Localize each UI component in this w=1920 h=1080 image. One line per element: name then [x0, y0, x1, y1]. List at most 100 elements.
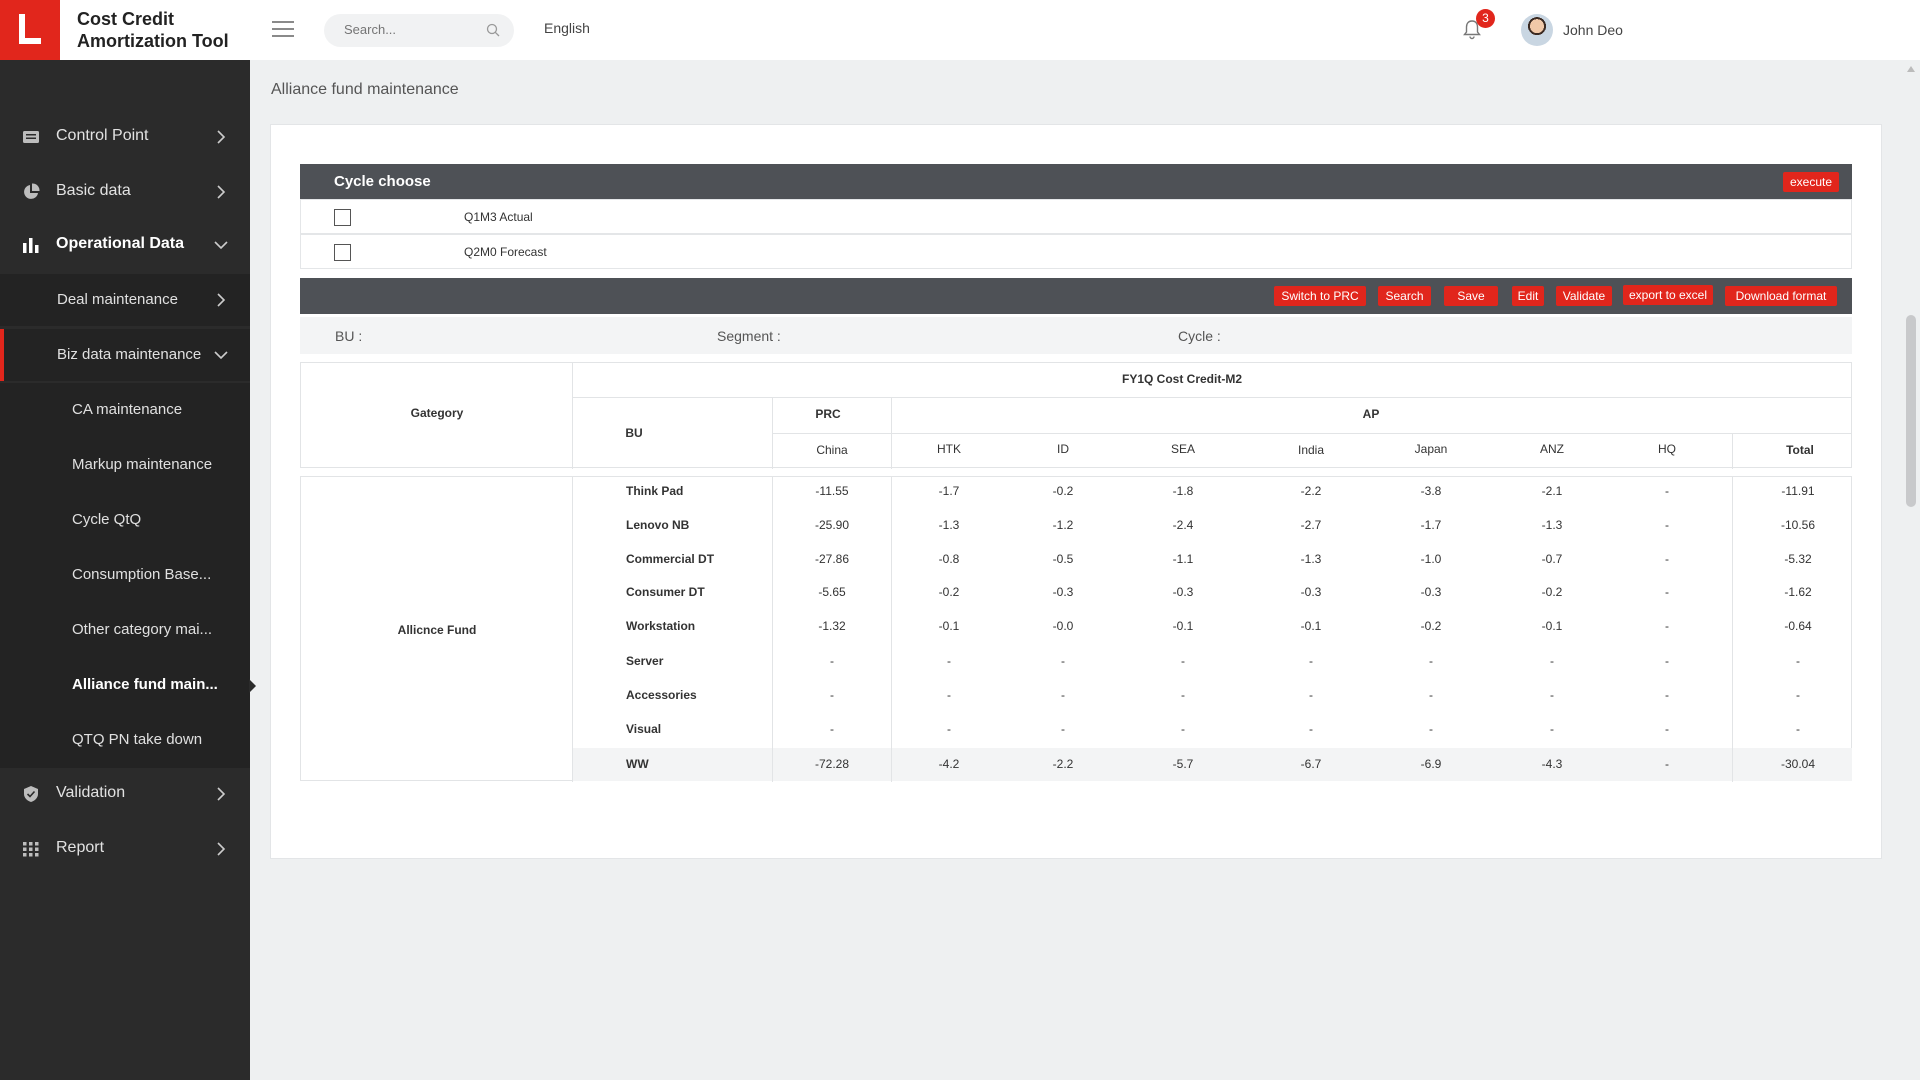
sidebar-item-report[interactable]: Report [0, 823, 250, 875]
table-cell[interactable]: - [1429, 722, 1433, 736]
sidebar-item-operational-data[interactable]: Operational Data [0, 219, 250, 271]
cycle-checkbox[interactable] [334, 244, 351, 261]
table-cell[interactable]: -2.1 [1542, 484, 1563, 498]
table-cell[interactable]: - [1665, 552, 1669, 566]
table-cell[interactable]: -2.2 [1301, 484, 1322, 498]
table-cell[interactable]: -5.65 [818, 585, 845, 599]
sidebar-item-qtq-pn-take-down[interactable]: QTQ PN take down [0, 713, 250, 768]
table-cell[interactable]: -1.32 [818, 619, 845, 633]
sidebar-item-validation[interactable]: Validation [0, 768, 250, 820]
table-cell[interactable]: -10.56 [1781, 518, 1815, 532]
sidebar-item-biz-data-maintenance[interactable]: Biz data maintenance [0, 329, 250, 381]
table-cell[interactable]: -1.8 [1173, 484, 1194, 498]
sidebar-item-cycle-qtq[interactable]: Cycle QtQ [0, 493, 250, 548]
table-cell[interactable]: -1.1 [1173, 552, 1194, 566]
table-cell[interactable]: -0.64 [1784, 619, 1811, 633]
search-button[interactable]: Search [1378, 286, 1431, 306]
table-cell[interactable]: - [1665, 484, 1669, 498]
table-cell[interactable]: -0.3 [1173, 585, 1194, 599]
table-cell[interactable]: - [1429, 654, 1433, 668]
table-cell[interactable]: -0.1 [1173, 619, 1194, 633]
table-cell[interactable]: -1.2 [1053, 518, 1074, 532]
sidebar-item-deal-maintenance[interactable]: Deal maintenance [0, 274, 250, 326]
table-cell[interactable]: -0.8 [939, 552, 960, 566]
table-cell[interactable]: - [1061, 722, 1065, 736]
table-cell[interactable]: -2.2 [1053, 757, 1074, 771]
table-cell[interactable]: - [1550, 688, 1554, 702]
table-cell[interactable]: -0.2 [939, 585, 960, 599]
switch-to-prc-button[interactable]: Switch to PRC [1274, 286, 1366, 306]
table-cell[interactable]: -0.0 [1053, 619, 1074, 633]
sidebar-item-markup-maintenance[interactable]: Markup maintenance [0, 438, 250, 493]
sidebar-item-basic-data[interactable]: Basic data [0, 166, 250, 218]
cycle-checkbox[interactable] [334, 209, 351, 226]
table-cell[interactable]: - [1665, 722, 1669, 736]
user-name[interactable]: John Deo [1563, 22, 1623, 38]
table-cell[interactable]: -11.91 [1781, 484, 1814, 498]
table-cell[interactable]: -0.1 [939, 619, 960, 633]
table-cell[interactable]: -30.04 [1781, 757, 1815, 771]
table-cell[interactable]: -1.62 [1784, 585, 1811, 599]
search-input[interactable] [344, 22, 474, 37]
table-cell[interactable]: - [1309, 688, 1313, 702]
sidebar-item-other-category[interactable]: Other category mai... [0, 603, 250, 658]
table-cell[interactable]: -0.3 [1421, 585, 1442, 599]
table-cell[interactable]: -0.2 [1542, 585, 1563, 599]
language-selector[interactable]: English [544, 20, 590, 36]
table-cell[interactable]: - [1309, 654, 1313, 668]
sidebar-item-consumption-base[interactable]: Consumption Base... [0, 548, 250, 603]
table-cell[interactable]: -2.4 [1173, 518, 1194, 532]
table-cell[interactable]: - [947, 654, 951, 668]
table-cell[interactable]: -6.9 [1421, 757, 1442, 771]
table-cell[interactable]: - [947, 688, 951, 702]
table-cell[interactable]: - [1665, 757, 1669, 771]
search-icon[interactable] [486, 23, 500, 37]
table-cell[interactable]: -0.3 [1301, 585, 1322, 599]
table-cell[interactable]: -0.5 [1053, 552, 1074, 566]
table-cell[interactable]: - [830, 654, 834, 668]
table-cell[interactable]: - [1550, 654, 1554, 668]
table-cell[interactable]: - [1061, 688, 1065, 702]
table-cell[interactable]: -0.7 [1542, 552, 1563, 566]
sidebar-item-alliance-fund[interactable]: Alliance fund main... [0, 658, 256, 713]
table-cell[interactable]: -1.7 [1421, 518, 1442, 532]
table-cell[interactable]: -1.0 [1421, 552, 1442, 566]
table-cell[interactable]: - [1665, 688, 1669, 702]
table-cell[interactable]: -0.3 [1053, 585, 1074, 599]
table-cell[interactable]: -6.7 [1301, 757, 1322, 771]
table-cell[interactable]: - [830, 722, 834, 736]
table-cell[interactable]: -2.7 [1301, 518, 1322, 532]
avatar[interactable] [1521, 14, 1553, 46]
table-cell[interactable]: - [1061, 654, 1065, 668]
table-cell[interactable]: - [1796, 688, 1800, 702]
table-cell[interactable]: - [1796, 654, 1800, 668]
table-cell[interactable]: -1.3 [1301, 552, 1322, 566]
table-cell[interactable]: - [1181, 654, 1185, 668]
table-cell[interactable]: -72.28 [815, 757, 849, 771]
table-cell[interactable]: -0.1 [1301, 619, 1322, 633]
cycle-option-row[interactable]: Q2M0 Forecast [300, 234, 1852, 269]
sidebar-item-control-point[interactable]: Control Point [0, 111, 250, 163]
execute-button[interactable]: execute [1783, 172, 1839, 192]
table-cell[interactable]: - [1665, 619, 1669, 633]
table-cell[interactable]: -0.2 [1421, 619, 1442, 633]
table-cell[interactable]: -11.55 [815, 484, 848, 498]
table-cell[interactable]: -0.2 [1053, 484, 1074, 498]
table-cell[interactable]: - [1429, 688, 1433, 702]
validate-button[interactable]: Validate [1556, 286, 1612, 306]
cycle-option-row[interactable]: Q1M3 Actual [300, 199, 1852, 234]
table-cell[interactable]: - [1665, 654, 1669, 668]
table-cell[interactable]: - [1181, 688, 1185, 702]
table-cell[interactable]: -1.3 [939, 518, 960, 532]
table-cell[interactable]: -1.7 [939, 484, 960, 498]
table-cell[interactable]: -5.32 [1784, 552, 1811, 566]
table-cell[interactable]: -4.2 [939, 757, 960, 771]
search-box[interactable] [324, 14, 514, 47]
table-cell[interactable]: - [1665, 585, 1669, 599]
sidebar-item-ca-maintenance[interactable]: CA maintenance [0, 383, 250, 438]
table-cell[interactable]: -0.1 [1542, 619, 1563, 633]
table-cell[interactable]: -4.3 [1542, 757, 1563, 771]
table-cell[interactable]: - [830, 688, 834, 702]
vertical-scrollbar[interactable] [1906, 315, 1916, 507]
table-cell[interactable]: -1.3 [1542, 518, 1563, 532]
